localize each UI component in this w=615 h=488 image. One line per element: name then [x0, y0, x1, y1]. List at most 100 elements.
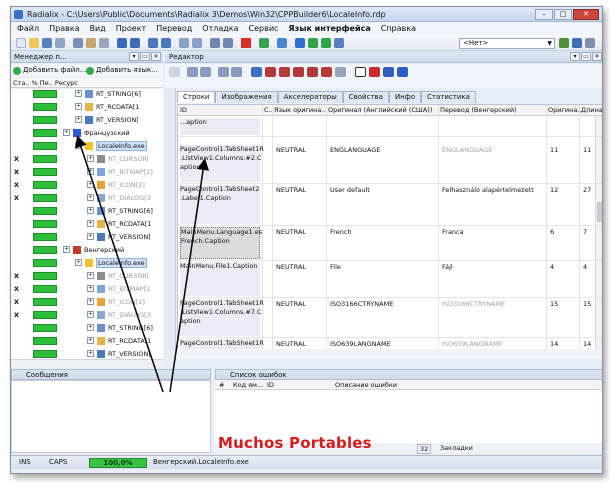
- language-combo[interactable]: <Нет> ▼: [459, 38, 555, 49]
- menu-translate[interactable]: Перевод: [156, 24, 192, 33]
- nav-first-icon[interactable]: [187, 67, 198, 77]
- tree-item[interactable]: + RT_STRING[6]: [11, 206, 163, 216]
- grid-cell-trans[interactable]: ISO3166CTRYNAME: [442, 300, 544, 309]
- nav-prev-icon[interactable]: [200, 67, 211, 77]
- open-icon[interactable]: [29, 38, 39, 48]
- replace-icon[interactable]: [161, 38, 171, 48]
- tab-accelerators[interactable]: Акселераторы: [277, 91, 343, 103]
- run-icon[interactable]: [295, 38, 305, 48]
- tree-item[interactable]: X + RT_CURSOR[: [11, 271, 163, 281]
- tree-item[interactable]: + RT_STRING[6]: [11, 89, 163, 99]
- grid-cell-trans[interactable]: Felhasználó alapértelmezett: [442, 186, 544, 195]
- pointer-icon[interactable]: [169, 67, 180, 77]
- check-icon[interactable]: [241, 38, 251, 48]
- grid-cell-id[interactable]: PageControl1.TabSheet1R .ListView1.Colum…: [180, 145, 264, 182]
- expand-icon[interactable]: +: [87, 337, 94, 344]
- menu-file[interactable]: Файл: [17, 24, 39, 33]
- grid-cell-ol[interactable]: 4: [550, 263, 578, 272]
- paste-icon[interactable]: [86, 38, 96, 48]
- run-green-icon[interactable]: [308, 38, 318, 48]
- grid-cell-len[interactable]: 14: [583, 340, 601, 349]
- nav-next-icon[interactable]: [218, 67, 229, 77]
- copy-icon[interactable]: [73, 38, 83, 48]
- expand-icon[interactable]: +: [87, 311, 94, 318]
- undo-icon[interactable]: [117, 38, 127, 48]
- filter-clear-icon[interactable]: [335, 67, 346, 77]
- err-col-number[interactable]: #: [219, 380, 224, 390]
- expand-icon[interactable]: +: [87, 272, 94, 279]
- filter-icon[interactable]: [251, 67, 262, 77]
- minimize-button[interactable]: –: [535, 9, 553, 20]
- filter-red-2-icon[interactable]: [279, 67, 290, 77]
- grid-icon[interactable]: [210, 38, 220, 48]
- build-icon[interactable]: [259, 38, 269, 48]
- new-icon[interactable]: [16, 38, 26, 48]
- expand-icon[interactable]: +: [75, 259, 82, 266]
- save-all-icon[interactable]: [55, 38, 65, 48]
- grid-cell-ol[interactable]: 6: [550, 228, 578, 237]
- expand-icon[interactable]: +: [87, 220, 94, 227]
- tree-item[interactable]: + Французский: [11, 128, 163, 138]
- tree-item[interactable]: + RT_STRING[6]: [11, 323, 163, 333]
- tab-properties[interactable]: Свойства: [342, 91, 389, 103]
- tools-icon[interactable]: [277, 38, 287, 48]
- grid-cell-id[interactable]: MainMenu.Language1.es French.Caption: [180, 227, 262, 259]
- grid-cell-lang[interactable]: NEUTRAL: [276, 263, 324, 272]
- grid-cell-orig[interactable]: File: [330, 263, 436, 272]
- strings-grid[interactable]: ID С.. Язык оригина.. Оригинал (Английск…: [177, 104, 602, 358]
- filter-red-3-icon[interactable]: [293, 67, 304, 77]
- err-col-description[interactable]: Описание ошибки: [335, 380, 397, 390]
- grid-cell-len[interactable]: 7: [583, 228, 601, 237]
- col-translation[interactable]: Перевод (Венгерский): [440, 105, 517, 116]
- grid-horizontal-scrollbar[interactable]: [177, 349, 602, 359]
- back-icon[interactable]: [179, 38, 189, 48]
- expand-icon[interactable]: +: [75, 142, 82, 149]
- filter-red-5-icon[interactable]: [321, 67, 332, 77]
- pin-toggle-icon[interactable]: ▭: [140, 52, 150, 61]
- cut-icon[interactable]: [99, 38, 109, 48]
- grid-cell-ol[interactable]: 15: [550, 300, 578, 309]
- grid-cell-lang[interactable]: NEUTRAL: [276, 340, 324, 349]
- scroll-thumb[interactable]: [597, 202, 602, 222]
- vertical-tab-strip[interactable]: [165, 88, 176, 358]
- tab-images[interactable]: Изображения: [215, 91, 278, 103]
- tree-item[interactable]: X + RT_ICON[2]: [11, 297, 163, 307]
- menu-debug[interactable]: Отладка: [202, 24, 238, 33]
- expand-icon[interactable]: +: [87, 207, 94, 214]
- col-orig-len[interactable]: Оригина..: [548, 105, 581, 116]
- grid-cell-lang[interactable]: NEUTRAL: [276, 146, 324, 155]
- expand-icon[interactable]: +: [75, 90, 82, 97]
- bold-icon[interactable]: [397, 67, 408, 77]
- menu-help[interactable]: Справка: [381, 24, 416, 33]
- grid-cell-orig[interactable]: User default: [330, 186, 436, 195]
- grid-cell-id[interactable]: MainMenu.File1.Caption: [180, 262, 260, 296]
- add-language-button[interactable]: Добавить язык...: [96, 64, 158, 77]
- grid-cell-lang[interactable]: NEUTRAL: [276, 228, 324, 237]
- grid-cell-id[interactable]: PageControl1.TabSheet2 .Label1.Caption: [180, 185, 260, 224]
- lang-add-icon[interactable]: [572, 38, 582, 48]
- grid-cell-lang[interactable]: NEUTRAL: [276, 300, 324, 309]
- grid-cell-trans[interactable]: ENGLANGUAGE: [442, 146, 544, 155]
- tree-item[interactable]: X + RT_BITMAP[2: [11, 284, 163, 294]
- expand-icon[interactable]: +: [87, 233, 94, 240]
- expand-icon[interactable]: +: [87, 324, 94, 331]
- editor-pin-toggle-icon[interactable]: ▭: [581, 52, 591, 61]
- tab-strings[interactable]: Строки: [177, 91, 216, 103]
- col-length[interactable]: Длина: [581, 105, 602, 116]
- expand-icon[interactable]: +: [75, 103, 82, 110]
- nav-last-icon[interactable]: [231, 67, 242, 77]
- editor-pin-icon[interactable]: ▾: [570, 52, 580, 61]
- grid-cell-ol[interactable]: 14: [550, 340, 578, 349]
- err-col-code[interactable]: Код ям...: [233, 380, 263, 390]
- mark-icon[interactable]: [369, 67, 380, 77]
- step-icon[interactable]: [321, 38, 331, 48]
- expand-icon[interactable]: +: [87, 285, 94, 292]
- grid-cell-id[interactable]: PageControl1.TabSheet1R .ListView1.Colum…: [180, 299, 264, 336]
- close-button[interactable]: ✕: [573, 9, 599, 20]
- expand-icon[interactable]: +: [87, 155, 94, 162]
- grid-cell-len[interactable]: 15: [583, 300, 601, 309]
- pin-icon[interactable]: ▾: [129, 52, 139, 61]
- toolbar-options-icon[interactable]: [585, 38, 595, 48]
- tree-item[interactable]: X + RT_BITMAP[2]: [11, 167, 163, 177]
- tab-info[interactable]: Инфо: [388, 91, 422, 103]
